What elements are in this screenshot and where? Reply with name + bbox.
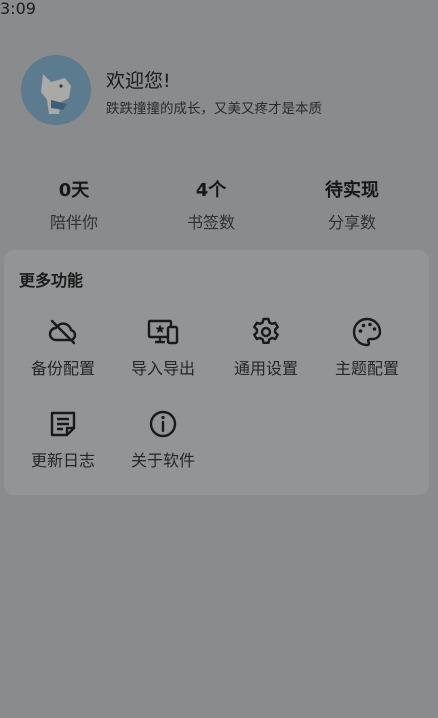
item-label: 主题配置 bbox=[334, 359, 399, 378]
stat-value: 4个 bbox=[195, 180, 227, 201]
item-label: 通用设置 bbox=[233, 359, 298, 378]
stat-label: 分享数 bbox=[327, 213, 376, 232]
note-icon bbox=[50, 411, 76, 437]
about-software-button[interactable]: 关于软件 bbox=[108, 408, 218, 471]
greeting-title: 欢迎您! bbox=[106, 70, 171, 92]
greeting-subtitle: 跌跌撞撞的成长，又美又疼才是本质 bbox=[106, 101, 322, 117]
stat-label: 陪伴你 bbox=[49, 213, 98, 232]
stat-days[interactable]: 0天 陪伴你 bbox=[14, 176, 134, 233]
item-label: 备份配置 bbox=[30, 359, 95, 378]
gear-icon bbox=[253, 317, 279, 344]
status-bar-time: 3:09 bbox=[0, 0, 36, 18]
more-features-title: 更多功能 bbox=[19, 271, 84, 290]
backup-config-button[interactable]: 备份配置 bbox=[8, 316, 118, 379]
import-export-icon bbox=[147, 319, 179, 345]
import-export-button[interactable]: 导入导出 bbox=[108, 316, 218, 379]
stat-value: 待实现 bbox=[325, 180, 379, 201]
theme-config-button[interactable]: 主题配置 bbox=[312, 316, 422, 379]
cloud-off-icon bbox=[48, 319, 77, 345]
changelog-button[interactable]: 更新日志 bbox=[8, 408, 118, 471]
palette-icon bbox=[352, 317, 382, 347]
stat-value: 0天 bbox=[58, 180, 90, 201]
avatar[interactable] bbox=[21, 52, 91, 128]
general-settings-button[interactable]: 通用设置 bbox=[211, 316, 321, 379]
more-features-card: 更多功能 备份配置 导入导出 通用设置 主题配置 更新日志 关于软件 bbox=[4, 250, 429, 495]
item-label: 关于软件 bbox=[130, 451, 195, 470]
stat-label: 书签数 bbox=[186, 213, 235, 232]
info-icon bbox=[149, 410, 177, 438]
stat-shares[interactable]: 待实现 分享数 bbox=[292, 176, 412, 233]
item-label: 更新日志 bbox=[30, 451, 95, 470]
stat-bookmarks[interactable]: 4个 书签数 bbox=[151, 176, 271, 233]
item-label: 导入导出 bbox=[130, 359, 195, 378]
